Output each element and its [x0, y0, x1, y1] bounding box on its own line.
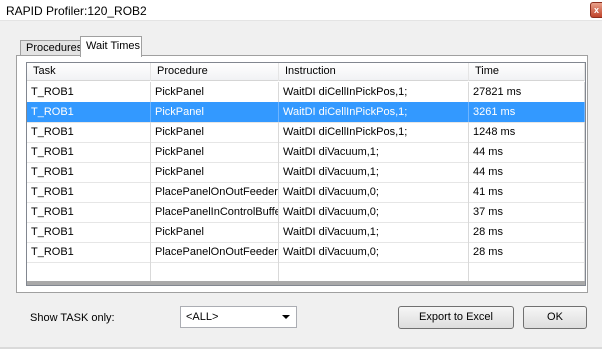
column-header-instruction[interactable]: Instruction: [279, 63, 469, 81]
instruction-cell: WaitDI diVacuum,1;: [279, 222, 469, 243]
ok-button[interactable]: OK: [523, 306, 587, 329]
table-row[interactable]: T_ROB1 PickPanel WaitDI diVacuum,1; 28 ms: [27, 222, 585, 243]
task-cell: T_ROB1: [27, 122, 151, 143]
task-filter-dropdown[interactable]: <ALL>: [180, 306, 297, 328]
table-row[interactable]: T_ROB1 PickPanel WaitDI diCellInPickPos,1;…: [27, 82, 585, 103]
task-cell: T_ROB1: [27, 102, 151, 123]
task-cell: T_ROB1: [27, 242, 151, 263]
time-cell: 1248 ms: [469, 122, 585, 143]
table-row[interactable]: T_ROB1 PlacePanelOnOutFeeder WaitDI diVacu…: [27, 182, 585, 203]
task-cell: T_ROB1: [27, 142, 151, 163]
task-cell: T_ROB1: [27, 222, 151, 243]
instruction-cell: WaitDI diCellInPickPos,1;: [279, 122, 469, 143]
task-cell: T_ROB1: [27, 202, 151, 223]
task-filter-value: <ALL>: [186, 311, 219, 323]
procedure-cell: PickPanel: [151, 102, 279, 123]
export-to-excel-button[interactable]: Export to Excel: [398, 306, 514, 329]
column-header-task[interactable]: Task: [27, 63, 151, 81]
task-cell: T_ROB1: [27, 182, 151, 203]
instruction-cell: WaitDI diVacuum,1;: [279, 162, 469, 183]
procedure-cell: PlacePanelOnOutFeeder: [151, 242, 279, 263]
time-cell: 27821 ms: [469, 82, 585, 103]
show-task-label: Show TASK only:: [30, 312, 115, 324]
chevron-down-icon: [282, 315, 290, 319]
table-header: Task Procedure Instruction Time: [27, 63, 585, 81]
procedure-cell: PlacePanelOnOutFeeder: [151, 182, 279, 203]
window-title: RAPID Profiler:120_ROB2: [6, 4, 147, 18]
time-cell: 3261 ms: [469, 102, 585, 123]
rapid-profiler-window: RAPID Profiler:120_ROB2 x Procedures Wai…: [0, 0, 602, 349]
close-icon: x: [593, 5, 599, 15]
procedure-cell: PlacePanelInControlBuffer: [151, 202, 279, 223]
list-bottom-bar: [27, 281, 585, 285]
task-cell: T_ROB1: [27, 162, 151, 183]
column-header-procedure[interactable]: Procedure: [151, 63, 279, 81]
instruction-cell: WaitDI diVacuum,0;: [279, 202, 469, 223]
tab-procedures[interactable]: Procedures: [20, 40, 82, 56]
wait-times-table[interactable]: Task Procedure Instruction Time T_ROB1 Pi…: [26, 62, 586, 286]
procedure-cell: PickPanel: [151, 142, 279, 163]
procedure-cell: PickPanel: [151, 82, 279, 103]
time-cell: 41 ms: [469, 182, 585, 203]
title-bar[interactable]: RAPID Profiler:120_ROB2 x: [0, 0, 602, 21]
procedure-cell: PickPanel: [151, 122, 279, 143]
time-cell: 37 ms: [469, 202, 585, 223]
table-row[interactable]: [27, 262, 585, 283]
tab-wait-times[interactable]: Wait Times: [80, 36, 142, 57]
instruction-cell: [279, 262, 469, 283]
time-cell: 28 ms: [469, 242, 585, 263]
table-row[interactable]: T_ROB1 PickPanel WaitDI diCellInPickPos,1;…: [27, 122, 585, 143]
table-row[interactable]: T_ROB1 PlacePanelOnOutFeeder WaitDI diVacu…: [27, 242, 585, 263]
table-row[interactable]: T_ROB1 PlacePanelInControlBuffer WaitDI di…: [27, 202, 585, 223]
instruction-cell: WaitDI diVacuum,1;: [279, 142, 469, 163]
close-button[interactable]: x: [590, 2, 602, 18]
instruction-cell: WaitDI diCellInPickPos,1;: [279, 102, 469, 123]
table-row[interactable]: T_ROB1 PickPanel WaitDI diCellInPickPos,1;…: [27, 102, 585, 123]
instruction-cell: WaitDI diVacuum,0;: [279, 242, 469, 263]
time-cell: 28 ms: [469, 222, 585, 243]
task-cell: [27, 262, 151, 283]
table-row[interactable]: T_ROB1 PickPanel WaitDI diVacuum,1; 44 ms: [27, 162, 585, 183]
time-cell: 44 ms: [469, 162, 585, 183]
procedure-cell: PickPanel: [151, 222, 279, 243]
time-cell: 44 ms: [469, 142, 585, 163]
table-row[interactable]: T_ROB1 PickPanel WaitDI diVacuum,1; 44 ms: [27, 142, 585, 163]
task-cell: T_ROB1: [27, 82, 151, 103]
instruction-cell: WaitDI diVacuum,0;: [279, 182, 469, 203]
instruction-cell: WaitDI diCellInPickPos,1;: [279, 82, 469, 103]
procedure-cell: PickPanel: [151, 162, 279, 183]
procedure-cell: [151, 262, 279, 283]
column-header-time[interactable]: Time: [469, 63, 585, 81]
time-cell: [469, 262, 585, 283]
